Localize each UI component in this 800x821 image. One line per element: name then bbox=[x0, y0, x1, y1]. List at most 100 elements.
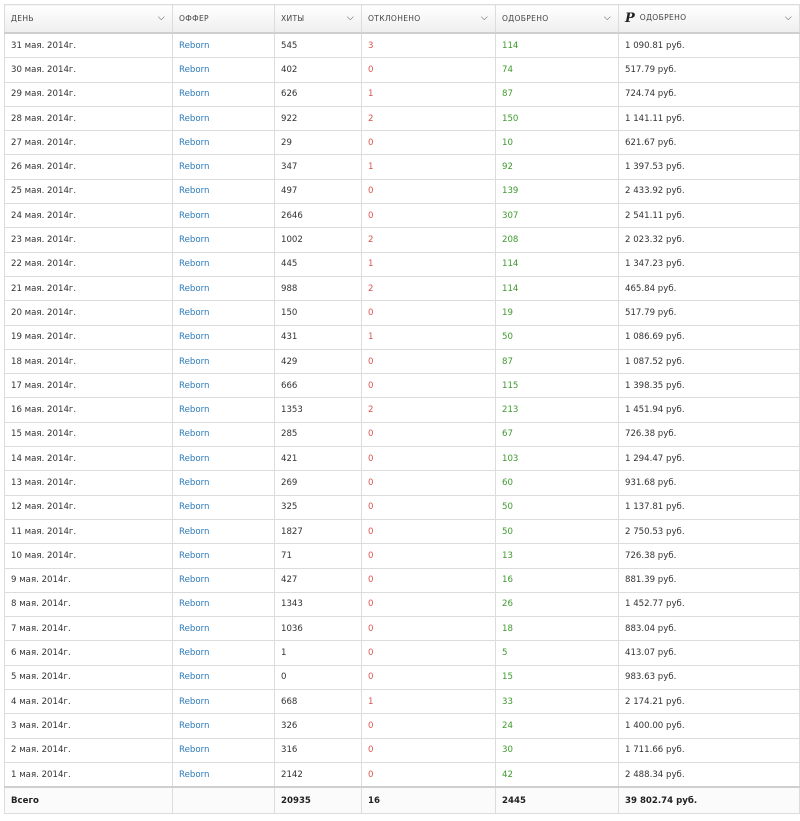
cell-day: 18 мая. 2014г. bbox=[4, 348, 173, 375]
cell-rejected: 0 bbox=[361, 591, 496, 618]
cell-hits: 922 bbox=[274, 105, 362, 132]
column-header-hits[interactable]: ХИТЫ ⌵ bbox=[274, 4, 362, 34]
cell-day: 1 мая. 2014г. bbox=[4, 761, 173, 788]
cell-approved: 114 bbox=[495, 275, 619, 302]
cell-hits: 2646 bbox=[274, 203, 362, 229]
cell-offer-link[interactable]: Reborn bbox=[172, 373, 275, 399]
column-header-approved[interactable]: ОДОБРЕНО ⌵ bbox=[495, 4, 619, 34]
cell-money-approved: 2 433.92 руб. bbox=[618, 178, 800, 205]
stats-table-container: ДЕНЬ ⌵ ОФФЕР ХИТЫ ⌵ ОТКЛОНЕНО ⌵ ОДОБРЕНО… bbox=[4, 4, 800, 815]
cell-offer-link[interactable]: Reborn bbox=[172, 130, 275, 156]
cell-approved: 42 bbox=[495, 761, 619, 788]
cell-offer-link[interactable]: Reborn bbox=[172, 300, 275, 326]
chevron-down-icon[interactable]: ⌵ bbox=[347, 13, 354, 23]
cell-hits: 150 bbox=[274, 300, 362, 326]
cell-day: 15 мая. 2014г. bbox=[4, 421, 173, 448]
cell-money-approved: 931.68 руб. bbox=[618, 470, 800, 496]
chevron-down-icon[interactable]: ⌵ bbox=[785, 13, 792, 23]
column-header-day-label: ДЕНЬ bbox=[11, 14, 34, 23]
cell-offer-link[interactable]: Reborn bbox=[172, 324, 275, 350]
cell-money-approved: 413.07 руб. bbox=[618, 640, 800, 666]
cell-money-approved: 1 398.35 руб. bbox=[618, 373, 800, 399]
column-header-day[interactable]: ДЕНЬ ⌵ bbox=[4, 4, 173, 34]
cell-day: 20 мая. 2014г. bbox=[4, 300, 173, 326]
cell-offer-link[interactable]: Reborn bbox=[172, 227, 275, 253]
totals-approved: 2445 bbox=[495, 786, 619, 815]
cell-rejected: 0 bbox=[361, 616, 496, 642]
cell-rejected: 2 bbox=[361, 275, 496, 302]
cell-day: 25 мая. 2014г. bbox=[4, 178, 173, 205]
cell-hits: 269 bbox=[274, 470, 362, 496]
table-row: 13 мая. 2014г. Reborn 269 0 60 931.68 руб. bbox=[4, 470, 800, 496]
column-header-rejected-label: ОТКЛОНЕНО bbox=[368, 14, 421, 23]
cell-offer-link[interactable]: Reborn bbox=[172, 251, 275, 277]
cell-offer-link[interactable]: Reborn bbox=[172, 81, 275, 107]
cell-offer-link[interactable]: Reborn bbox=[172, 105, 275, 132]
totals-offer bbox=[172, 786, 275, 815]
cell-hits: 402 bbox=[274, 57, 362, 83]
cell-approved: 50 bbox=[495, 494, 619, 520]
cell-money-approved: 1 141.11 руб. bbox=[618, 105, 800, 132]
cell-offer-link[interactable]: Reborn bbox=[172, 591, 275, 618]
cell-offer-link[interactable]: Reborn bbox=[172, 178, 275, 205]
cell-offer-link[interactable]: Reborn bbox=[172, 397, 275, 423]
table-row: 11 мая. 2014г. Reborn 1827 0 50 2 750.53 руб. bbox=[4, 518, 800, 545]
cell-rejected: 0 bbox=[361, 203, 496, 229]
column-header-money-approved[interactable]: Р ОДОБРЕНО ⌵ bbox=[618, 4, 800, 34]
cell-offer-link[interactable]: Reborn bbox=[172, 446, 275, 472]
cell-rejected: 0 bbox=[361, 737, 496, 763]
cell-day: 16 мая. 2014г. bbox=[4, 397, 173, 423]
cell-hits: 1036 bbox=[274, 616, 362, 642]
cell-hits: 545 bbox=[274, 32, 362, 59]
chevron-down-icon[interactable]: ⌵ bbox=[604, 13, 611, 23]
cell-offer-link[interactable]: Reborn bbox=[172, 154, 275, 180]
table-row: 30 мая. 2014г. Reborn 402 0 74 517.79 руб. bbox=[4, 57, 800, 83]
table-row: 10 мая. 2014г. Reborn 71 0 13 726.38 руб. bbox=[4, 543, 800, 569]
cell-rejected: 0 bbox=[361, 421, 496, 448]
cell-rejected: 0 bbox=[361, 470, 496, 496]
cell-day: 6 мая. 2014г. bbox=[4, 640, 173, 666]
cell-offer-link[interactable]: Reborn bbox=[172, 567, 275, 593]
ruble-icon: Р bbox=[625, 11, 636, 26]
cell-approved: 16 bbox=[495, 567, 619, 593]
cell-approved: 30 bbox=[495, 737, 619, 763]
cell-money-approved: 1 711.66 руб. bbox=[618, 737, 800, 763]
table-row: 5 мая. 2014г. Reborn 0 0 15 983.63 руб. bbox=[4, 664, 800, 691]
cell-day: 13 мая. 2014г. bbox=[4, 470, 173, 496]
cell-approved: 87 bbox=[495, 81, 619, 107]
cell-hits: 988 bbox=[274, 275, 362, 302]
cell-rejected: 0 bbox=[361, 373, 496, 399]
cell-offer-link[interactable]: Reborn bbox=[172, 421, 275, 448]
cell-offer-link[interactable]: Reborn bbox=[172, 494, 275, 520]
cell-rejected: 0 bbox=[361, 543, 496, 569]
cell-approved: 60 bbox=[495, 470, 619, 496]
cell-rejected: 0 bbox=[361, 567, 496, 593]
cell-offer-link[interactable]: Reborn bbox=[172, 543, 275, 569]
cell-money-approved: 726.38 руб. bbox=[618, 421, 800, 448]
column-header-offer[interactable]: ОФФЕР bbox=[172, 4, 275, 34]
cell-offer-link[interactable]: Reborn bbox=[172, 689, 275, 715]
column-header-rejected[interactable]: ОТКЛОНЕНО ⌵ bbox=[361, 4, 496, 34]
table-row: 15 мая. 2014г. Reborn 285 0 67 726.38 руб. bbox=[4, 421, 800, 448]
cell-offer-link[interactable]: Reborn bbox=[172, 348, 275, 375]
cell-offer-link[interactable]: Reborn bbox=[172, 761, 275, 788]
cell-offer-link[interactable]: Reborn bbox=[172, 616, 275, 642]
cell-day: 23 мая. 2014г. bbox=[4, 227, 173, 253]
cell-hits: 666 bbox=[274, 373, 362, 399]
chevron-down-icon[interactable]: ⌵ bbox=[158, 13, 165, 23]
table-row: 29 мая. 2014г. Reborn 626 1 87 724.74 руб. bbox=[4, 81, 800, 107]
cell-offer-link[interactable]: Reborn bbox=[172, 57, 275, 83]
cell-offer-link[interactable]: Reborn bbox=[172, 203, 275, 229]
cell-offer-link[interactable]: Reborn bbox=[172, 518, 275, 545]
chevron-down-icon[interactable]: ⌵ bbox=[481, 13, 488, 23]
cell-offer-link[interactable]: Reborn bbox=[172, 664, 275, 691]
cell-offer-link[interactable]: Reborn bbox=[172, 470, 275, 496]
cell-offer-link[interactable]: Reborn bbox=[172, 737, 275, 763]
cell-money-approved: 2 750.53 руб. bbox=[618, 518, 800, 545]
table-header-row: ДЕНЬ ⌵ ОФФЕР ХИТЫ ⌵ ОТКЛОНЕНО ⌵ ОДОБРЕНО… bbox=[4, 4, 800, 34]
cell-offer-link[interactable]: Reborn bbox=[172, 713, 275, 739]
table-row: 18 мая. 2014г. Reborn 429 0 87 1 087.52 руб. bbox=[4, 348, 800, 375]
cell-offer-link[interactable]: Reborn bbox=[172, 275, 275, 302]
cell-offer-link[interactable]: Reborn bbox=[172, 640, 275, 666]
cell-offer-link[interactable]: Reborn bbox=[172, 32, 275, 59]
